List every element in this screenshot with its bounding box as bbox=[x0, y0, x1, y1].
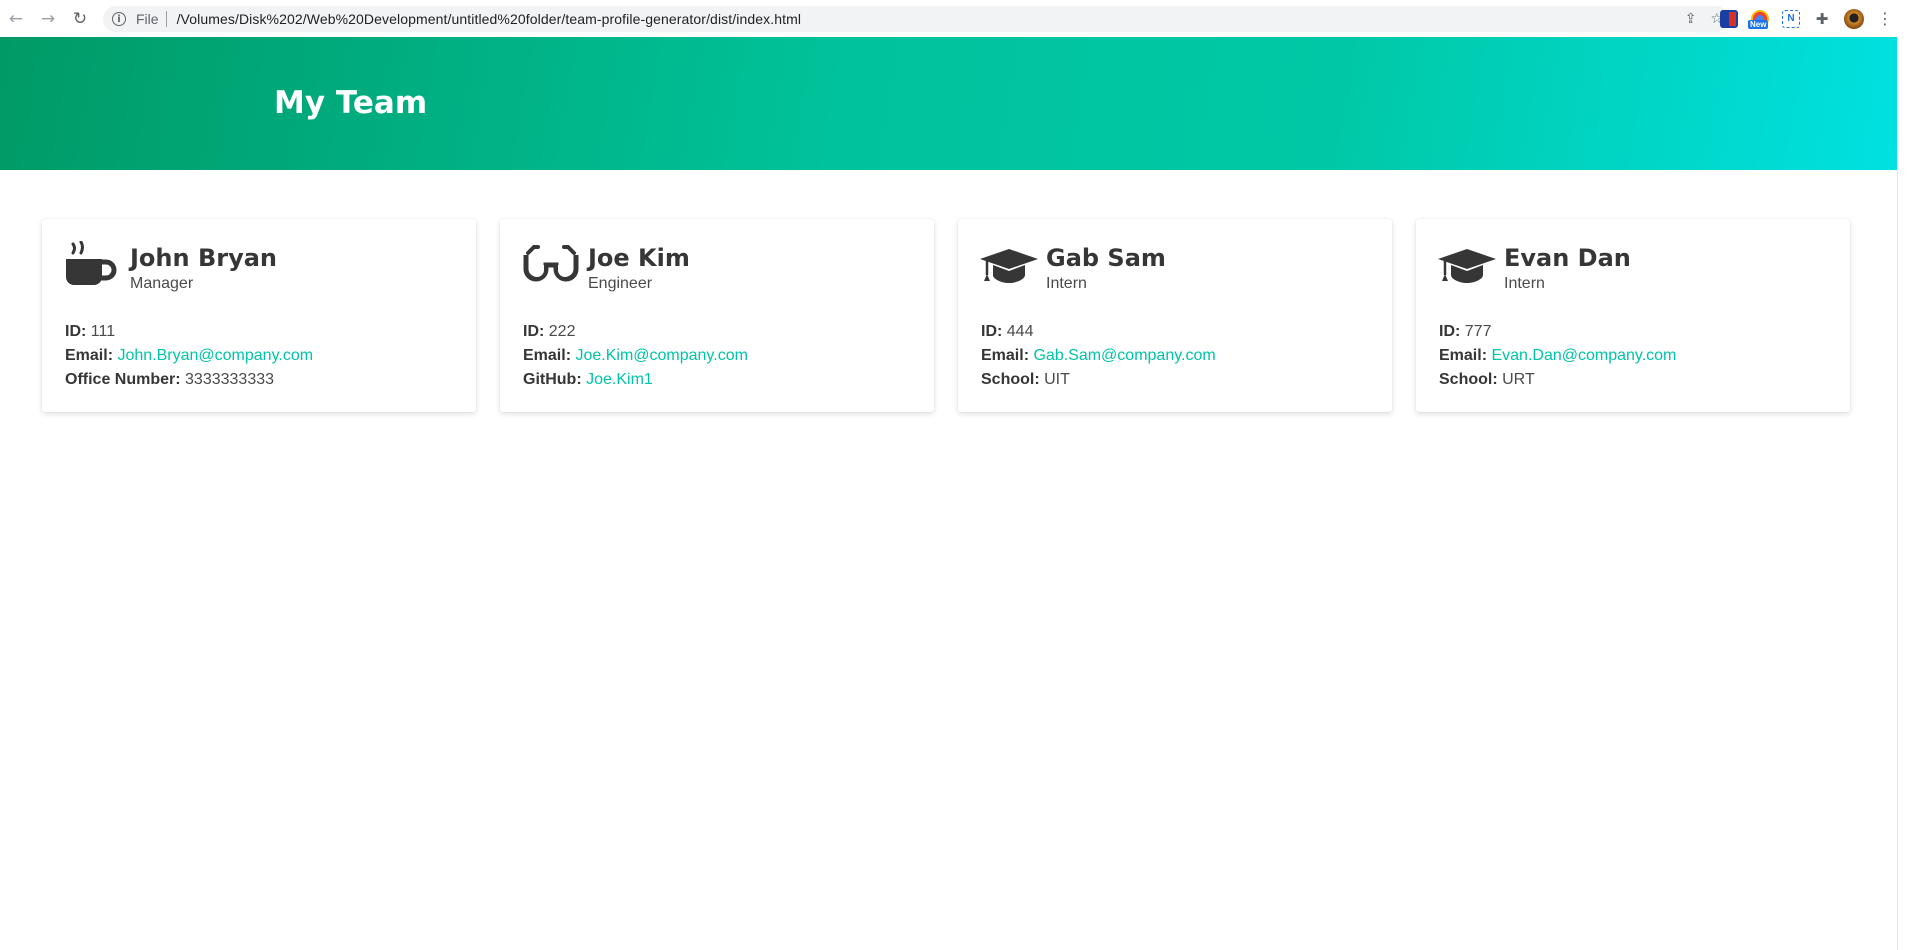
glasses-icon bbox=[523, 245, 579, 282]
email-link[interactable]: John.Bryan@company.com bbox=[117, 347, 313, 364]
employee-role: Manager bbox=[130, 275, 194, 292]
email-label: Email: bbox=[1439, 347, 1488, 364]
office-value: 3333333333 bbox=[185, 371, 275, 388]
new-badge: New bbox=[1748, 19, 1769, 29]
employee-card: Gab Sam Intern ID: 444 Email: Gab.Sam@co… bbox=[958, 219, 1392, 412]
employee-name: Joe Kim bbox=[588, 244, 690, 272]
arrow-left-icon: ← bbox=[8, 8, 24, 29]
extension-n-icon[interactable]: N bbox=[1782, 9, 1800, 28]
back-button[interactable]: ← bbox=[0, 0, 32, 37]
puzzle-extensions-icon[interactable]: ✚ bbox=[1813, 10, 1831, 28]
menu-kebab-icon[interactable]: ⋮ bbox=[1877, 9, 1893, 28]
employee-card: Joe Kim Engineer ID: 222 Email: Joe.Kim@… bbox=[500, 219, 934, 412]
email-label: Email: bbox=[981, 347, 1030, 364]
browser-toolbar: ← → ↻ i File /Volumes/Disk%202/Web%20Dev… bbox=[0, 0, 1909, 37]
share-icon[interactable]: ⇪ bbox=[1685, 11, 1697, 27]
vertical-scrollbar[interactable] bbox=[1897, 37, 1909, 950]
employee-card: Evan Dan Intern ID: 777 Email: Evan.Dan@… bbox=[1416, 219, 1850, 412]
email-link[interactable]: Joe.Kim@company.com bbox=[575, 347, 747, 364]
id-label: ID: bbox=[981, 323, 1003, 340]
graduation-cap-icon bbox=[1438, 249, 1496, 283]
page-header: My Team bbox=[0, 37, 1897, 170]
reload-button[interactable]: ↻ bbox=[64, 0, 96, 37]
divider bbox=[165, 11, 167, 27]
employee-name: John Bryan bbox=[130, 244, 277, 272]
employee-role: Engineer bbox=[588, 275, 653, 292]
school-value: URT bbox=[1502, 371, 1535, 388]
employee-details: ID: 444 Email: Gab.Sam@company.com Schoo… bbox=[981, 320, 1216, 392]
employee-details: ID: 222 Email: Joe.Kim@company.com GitHu… bbox=[523, 320, 748, 392]
info-icon[interactable]: i bbox=[112, 12, 126, 26]
reload-icon: ↻ bbox=[72, 8, 88, 29]
id-label: ID: bbox=[523, 323, 545, 340]
school-value: UIT bbox=[1044, 371, 1070, 388]
employee-details: ID: 777 Email: Evan.Dan@company.com Scho… bbox=[1439, 320, 1676, 392]
extension-new-icon[interactable]: New bbox=[1748, 9, 1769, 29]
employee-name: Gab Sam bbox=[1046, 244, 1166, 272]
graduation-cap-icon bbox=[980, 249, 1038, 283]
url-text[interactable]: /Volumes/Disk%202/Web%20Development/unti… bbox=[177, 11, 801, 27]
employee-role: Intern bbox=[1046, 275, 1087, 292]
team-cards: John Bryan Manager ID: 111 Email: John.B… bbox=[42, 219, 1850, 412]
id-value: 111 bbox=[90, 323, 116, 340]
employee-details: ID: 111 Email: John.Bryan@company.com Of… bbox=[65, 320, 313, 392]
page-title: My Team bbox=[274, 85, 428, 121]
id-label: ID: bbox=[65, 323, 87, 340]
file-label: File bbox=[136, 11, 159, 27]
profile-avatar[interactable] bbox=[1844, 8, 1864, 29]
id-label: ID: bbox=[1439, 323, 1461, 340]
id-value: 777 bbox=[1464, 323, 1492, 340]
employee-role: Intern bbox=[1504, 275, 1545, 292]
github-label: GitHub: bbox=[523, 371, 582, 388]
email-label: Email: bbox=[523, 347, 572, 364]
email-label: Email: bbox=[65, 347, 114, 364]
school-label: School: bbox=[1439, 371, 1498, 388]
extension-flag-icon[interactable] bbox=[1720, 9, 1738, 28]
coffee-icon bbox=[66, 241, 117, 285]
address-bar[interactable]: i File /Volumes/Disk%202/Web%20Developme… bbox=[103, 6, 1729, 32]
extensions-area: New N ✚ ⋮ bbox=[1720, 0, 1893, 37]
school-label: School: bbox=[981, 371, 1040, 388]
employee-card: John Bryan Manager ID: 111 Email: John.B… bbox=[42, 219, 476, 412]
office-label: Office Number: bbox=[65, 371, 181, 388]
email-link[interactable]: Gab.Sam@company.com bbox=[1033, 347, 1215, 364]
id-value: 222 bbox=[548, 323, 576, 340]
page-viewport: My Team John Bryan Manager ID: 111 Email… bbox=[0, 37, 1909, 950]
employee-name: Evan Dan bbox=[1504, 244, 1631, 272]
arrow-right-icon: → bbox=[40, 8, 56, 29]
email-link[interactable]: Evan.Dan@company.com bbox=[1491, 347, 1676, 364]
id-value: 444 bbox=[1006, 323, 1034, 340]
github-link[interactable]: Joe.Kim1 bbox=[586, 371, 653, 388]
forward-button[interactable]: → bbox=[32, 0, 64, 37]
